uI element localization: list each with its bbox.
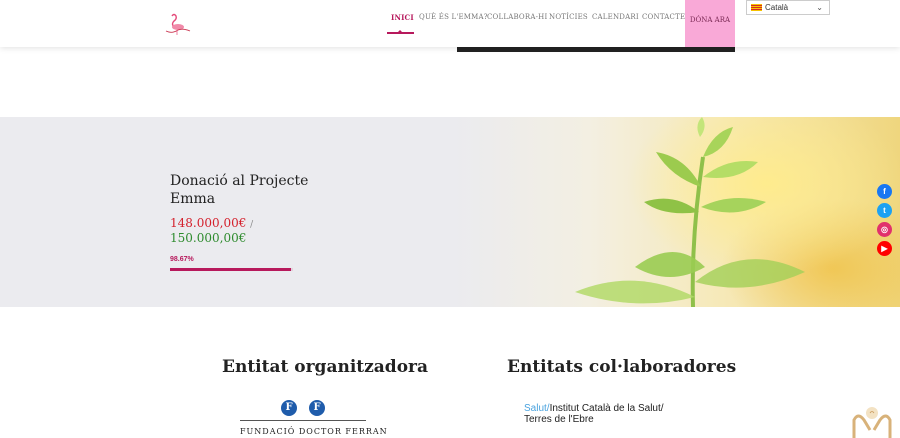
fundacio-doctor-ferran-logo[interactable]: F F FUNDACIÓ DOCTOR FERRAN — [234, 390, 388, 438]
donation-goal: 150.000,00€ — [170, 231, 247, 245]
nav-item-inici[interactable]: INICI — [391, 13, 414, 22]
collaborators-heading: Entitats col·laboradores — [507, 357, 737, 377]
donate-button[interactable]: DÓNA ARA — [685, 0, 735, 47]
header-dark-strip — [457, 47, 735, 52]
donation-raised: 148.000,00€ / — [170, 216, 253, 230]
ics-line1: Institut Català de la Salut/ — [549, 403, 664, 414]
ff-letter-icon: F — [309, 400, 325, 416]
catalan-flag-icon — [751, 4, 762, 11]
ics-line2: Terres de l'Ebre — [524, 414, 594, 425]
nav-item-calendari[interactable]: CALENDARI — [592, 13, 639, 21]
chevron-down-icon: ⌄ — [816, 3, 823, 12]
plant-sprout-image — [455, 117, 900, 307]
donation-raised-amount: 148.000,00€ — [170, 216, 247, 230]
donation-progress-bar — [170, 268, 293, 271]
donation-section — [0, 117, 900, 307]
youtube-icon[interactable]: ▶ — [877, 241, 892, 256]
ics-salut-text: Salut/ — [524, 403, 550, 414]
organizer-logo-text: FUNDACIÓ DOCTOR FERRAN — [240, 427, 388, 436]
twitter-icon[interactable]: t — [877, 203, 892, 218]
organizer-heading: Entitat organitzadora — [222, 357, 429, 377]
donation-title: Donació al Projecte Emma — [170, 173, 309, 207]
nav-item-que-es-lemma[interactable]: QUÈ ÉS L'EMMA? — [419, 13, 488, 21]
nav-item-collabora-hi[interactable]: COLLABORA-HI — [487, 13, 547, 21]
logo-divider — [240, 420, 366, 421]
donation-separator: / — [250, 220, 254, 230]
language-selected: Català — [765, 3, 789, 12]
ff-letter-icon: F — [281, 400, 297, 416]
donation-progress-fill — [170, 268, 292, 271]
language-select[interactable]: Català ⌄ — [746, 0, 830, 15]
flamingo-logo-icon[interactable] — [163, 12, 193, 36]
facebook-icon[interactable]: f — [877, 184, 892, 199]
nav-item-noticies[interactable]: NOTÍCIES — [549, 13, 588, 21]
site-header: INICI QUÈ ÉS L'EMMA? COLLABORA-HI NOTÍCI… — [0, 0, 900, 47]
instagram-icon[interactable]: ◎ — [877, 222, 892, 237]
donation-percent: 98.67% — [170, 256, 194, 263]
nav-item-contacte[interactable]: CONTACTE — [642, 13, 685, 21]
active-nav-caret-icon — [397, 30, 403, 33]
ics-terres-ebre-logo[interactable]: Salut/Institut Català de la Salut/ Terre… — [524, 403, 664, 425]
helping-hands-logo-icon[interactable] — [850, 404, 894, 438]
